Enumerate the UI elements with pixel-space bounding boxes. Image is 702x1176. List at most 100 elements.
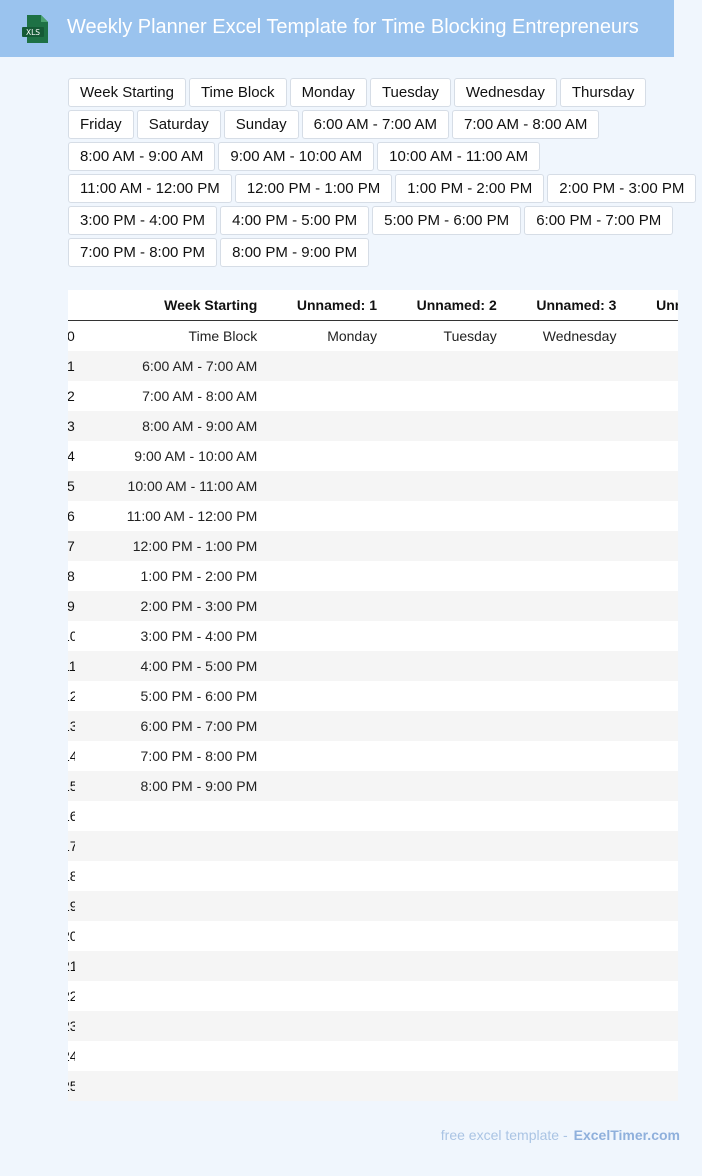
table-cell <box>383 741 503 771</box>
table-cell <box>502 771 623 801</box>
time-block-cell: 7:00 PM - 8:00 PM <box>140 748 258 764</box>
column-chip-list: Week Starting Time Block Monday Tuesday Wedn… <box>68 78 698 267</box>
table-cell <box>622 831 678 861</box>
column-chip[interactable]: 2:00 PM - 3:00 PM <box>547 174 697 203</box>
row-index: 14 <box>68 748 75 764</box>
column-chip[interactable]: 8:00 PM - 9:00 PM <box>220 238 370 267</box>
column-chip[interactable]: 9:00 AM - 10:00 AM <box>218 142 375 171</box>
column-chip[interactable]: 1:00 PM - 2:00 PM <box>395 174 545 203</box>
table-cell <box>502 411 623 441</box>
time-block-cell <box>75 801 264 831</box>
table-cell <box>383 441 503 471</box>
table-row: 24 <box>68 1041 678 1071</box>
row-index: 13 <box>68 711 75 741</box>
table-cell <box>622 621 678 651</box>
table-row: 2 7:00 AM - 8:00 AM <box>68 381 678 411</box>
column-chip[interactable]: Sunday <box>223 110 299 139</box>
table-header-row: Week Starting Unnamed: 1 Unnamed: 2 Unnamed… <box>68 290 678 321</box>
table-cell <box>622 891 678 921</box>
page-title: Weekly Planner Excel Template for Time B… <box>67 16 639 38</box>
row-index: 1 <box>68 351 75 381</box>
column-chip[interactable]: 6:00 AM - 7:00 AM <box>301 110 450 139</box>
column-chip[interactable]: 11:00 AM - 12:00 PM <box>68 174 232 203</box>
row-index: 15 <box>68 771 75 801</box>
table-row: 19 <box>68 891 678 921</box>
table-cell: Wednesday <box>542 328 617 344</box>
table-cell <box>263 711 383 741</box>
row-index: 6 <box>68 508 75 524</box>
column-chip[interactable]: 12:00 PM - 1:00 PM <box>234 174 393 203</box>
table-cell <box>383 891 503 921</box>
time-block-cell: 1:00 PM - 2:00 PM <box>140 568 258 584</box>
row-index: 5 <box>68 471 75 501</box>
column-header[interactable]: Week Starting <box>74 290 264 321</box>
table-cell <box>263 921 383 951</box>
time-block-cell <box>75 921 264 951</box>
column-chip[interactable]: Saturday <box>136 110 221 139</box>
table-cell <box>263 531 383 561</box>
time-block-cell <box>75 1041 264 1071</box>
table-cell <box>502 711 623 741</box>
column-chip[interactable]: 10:00 AM - 11:00 AM <box>377 142 541 171</box>
table-cell <box>503 741 623 771</box>
table-cell <box>383 1071 503 1101</box>
column-chip[interactable]: Week Starting <box>68 78 186 107</box>
data-table-viewport[interactable]: Week Starting Unnamed: 1 Unnamed: 2 Unnamed… <box>68 290 678 1101</box>
column-chip[interactable]: Tuesday <box>369 78 451 107</box>
column-chip[interactable]: 3:00 PM - 4:00 PM <box>68 206 218 235</box>
table-row: 7 12:00 PM - 1:00 PM <box>68 531 678 561</box>
column-chip[interactable]: Wednesday <box>453 78 557 107</box>
column-chip[interactable]: 4:00 PM - 5:00 PM <box>220 206 370 235</box>
column-chip[interactable]: Monday <box>289 78 367 107</box>
column-chip[interactable]: Friday <box>68 110 134 139</box>
footer-brand-link[interactable]: ExcelTimer.com <box>574 1127 680 1143</box>
column-chip[interactable]: Thursday <box>559 78 647 107</box>
column-chip[interactable]: Time Block <box>188 78 287 107</box>
time-block-cell <box>74 891 264 921</box>
table-cell <box>263 591 383 621</box>
table-cell <box>263 411 383 441</box>
table-cell <box>383 861 503 891</box>
table-row: 5 10:00 AM - 11:00 AM <box>68 471 678 501</box>
table-cell <box>263 441 383 471</box>
table-cell <box>502 351 623 381</box>
row-index: 10 <box>68 628 75 644</box>
column-header[interactable]: Unnamed: 3 <box>502 290 623 321</box>
table-row: 136:00 PM - 7:00 PM <box>68 711 678 741</box>
column-chip[interactable]: 7:00 PM - 8:00 PM <box>68 238 218 267</box>
row-index: 2 <box>68 388 75 404</box>
data-table: Week Starting Unnamed: 1 Unnamed: 2 Unnamed… <box>68 290 678 1101</box>
table-cell <box>263 651 383 681</box>
footer-credit: free excel template - ExcelTimer.com <box>441 1127 680 1143</box>
table-cell <box>383 381 503 411</box>
table-cell <box>263 621 383 651</box>
table-cell <box>502 531 623 561</box>
table-cell <box>503 441 623 471</box>
column-header[interactable]: Unnamed: 2 <box>383 290 503 321</box>
table-cell <box>622 771 678 801</box>
table-cell <box>263 981 383 1011</box>
row-index: 8 <box>68 568 75 584</box>
time-block-cell: 5:00 PM - 6:00 PM <box>140 688 258 704</box>
table-cell <box>503 681 623 711</box>
table-cell: Tuesday <box>443 328 497 344</box>
table-cell <box>622 981 678 1011</box>
table-cell <box>383 921 503 951</box>
row-index: 17 <box>68 831 75 861</box>
table-row: 114:00 PM - 5:00 PM <box>68 651 678 681</box>
time-block-cell: 10:00 AM - 11:00 AM <box>74 471 264 501</box>
column-header[interactable]: Unnamed: 4 <box>622 290 678 321</box>
table-cell <box>622 951 678 981</box>
table-cell <box>263 681 383 711</box>
time-block-cell <box>74 1011 264 1041</box>
column-chip[interactable]: 5:00 PM - 6:00 PM <box>372 206 522 235</box>
column-chip[interactable]: 8:00 AM - 9:00 AM <box>68 142 216 171</box>
table-cell <box>622 501 678 531</box>
column-chip[interactable]: 7:00 AM - 8:00 AM <box>452 110 600 139</box>
column-header[interactable]: Unnamed: 1 <box>263 290 383 321</box>
column-chip[interactable]: 6:00 PM - 7:00 PM <box>524 206 674 235</box>
table-cell <box>263 351 383 381</box>
table-cell <box>622 591 678 621</box>
table-cell <box>263 801 383 831</box>
time-block-cell: 12:00 PM - 1:00 PM <box>74 531 264 561</box>
